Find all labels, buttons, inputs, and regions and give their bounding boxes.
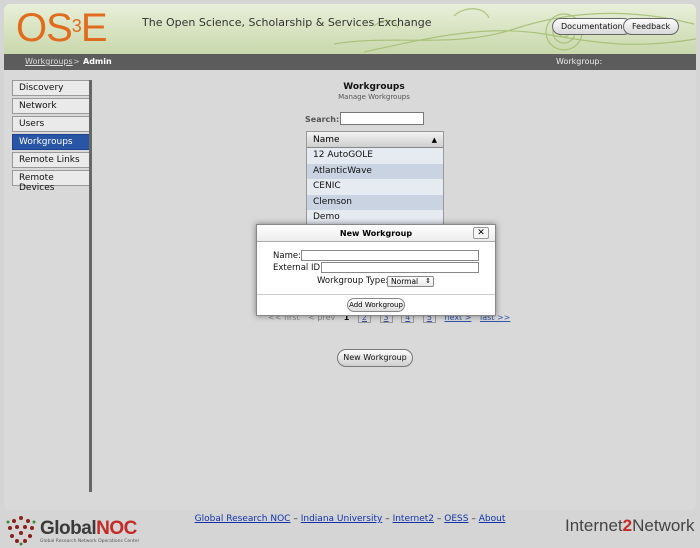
footer-link-internet2[interactable]: Internet2 [393,514,434,524]
footer-link-indiana-university[interactable]: Indiana University [301,514,383,524]
sidebar-item-remote-devices[interactable]: Remote Devices [12,170,90,193]
name-label: Name: [273,251,301,261]
sidebar: Discovery Network Users Workgroups Remot… [12,80,90,193]
page-subtitle: Manage Workgroups [338,93,410,101]
dialog-title: New Workgroup [339,229,413,238]
documentation-button[interactable]: Documentation [552,18,632,35]
footer-link-about[interactable]: About [479,514,506,524]
new-workgroup-dialog: New Workgroup ✕ Name: External ID: Workg… [256,224,496,316]
os3e-logo[interactable]: OS3E [16,6,107,50]
table-row[interactable]: Clemson [307,194,443,210]
name-field[interactable] [301,250,479,261]
table-header-label: Name [313,135,340,145]
search-input[interactable] [340,112,424,125]
add-workgroup-button[interactable]: Add Workgroup [347,298,405,312]
workgroup-type-value: Normal [391,277,419,286]
external-id-label: External ID: [273,263,323,273]
sidebar-item-workgroups[interactable]: Workgroups [12,134,90,150]
table-row[interactable]: 12 AutoGOLE [307,148,443,164]
breadcrumb-separator: > [73,57,80,66]
globalnoc-subtitle: Global Research Network Operations Cente… [40,539,140,544]
search-label: Search: [305,115,340,124]
workgroup-type-select[interactable]: Normal ⇕ [387,276,434,287]
sidebar-item-discovery[interactable]: Discovery [12,80,90,96]
internet2-network-logo[interactable]: Internet2Network [565,516,694,536]
sidebar-item-users[interactable]: Users [12,116,90,132]
workgroups-table: Name ▲ 12 AutoGOLE AtlanticWave CENIC Cl… [306,131,444,227]
table-header-name[interactable]: Name ▲ [307,132,443,148]
close-icon[interactable]: ✕ [473,227,489,239]
external-id-field[interactable] [321,262,479,273]
site-header: OS3E The Open Science, Scholarship & Ser… [4,4,696,54]
feedback-button[interactable]: Feedback [623,18,680,35]
dialog-divider [257,294,495,295]
sort-ascending-icon: ▲ [431,136,437,144]
sidebar-item-network[interactable]: Network [12,98,90,114]
select-arrows-icon: ⇕ [425,277,431,285]
breadcrumb-current: Admin [83,57,112,66]
page-title: Workgroups [343,82,405,92]
table-row[interactable]: CENIC [307,179,443,195]
dialog-title-bar: New Workgroup ✕ [257,225,495,242]
workgroup-type-label: Workgroup Type: [317,276,389,286]
workgroup-label: Workgroup: [556,57,603,66]
sidebar-divider [89,80,92,492]
breadcrumb: Workgroups > Admin Workgroup: [4,54,696,70]
new-workgroup-button[interactable]: New Workgroup [337,349,413,367]
breadcrumb-workgroups-link[interactable]: Workgroups [25,57,73,66]
sidebar-item-remote-links[interactable]: Remote Links [12,152,90,168]
footer-link-global-research-noc[interactable]: Global Research NOC [195,514,291,524]
footer-link-oess[interactable]: OESS [444,514,468,524]
table-row[interactable]: AtlanticWave [307,163,443,179]
site-tagline: The Open Science, Scholarship & Services… [142,16,432,29]
